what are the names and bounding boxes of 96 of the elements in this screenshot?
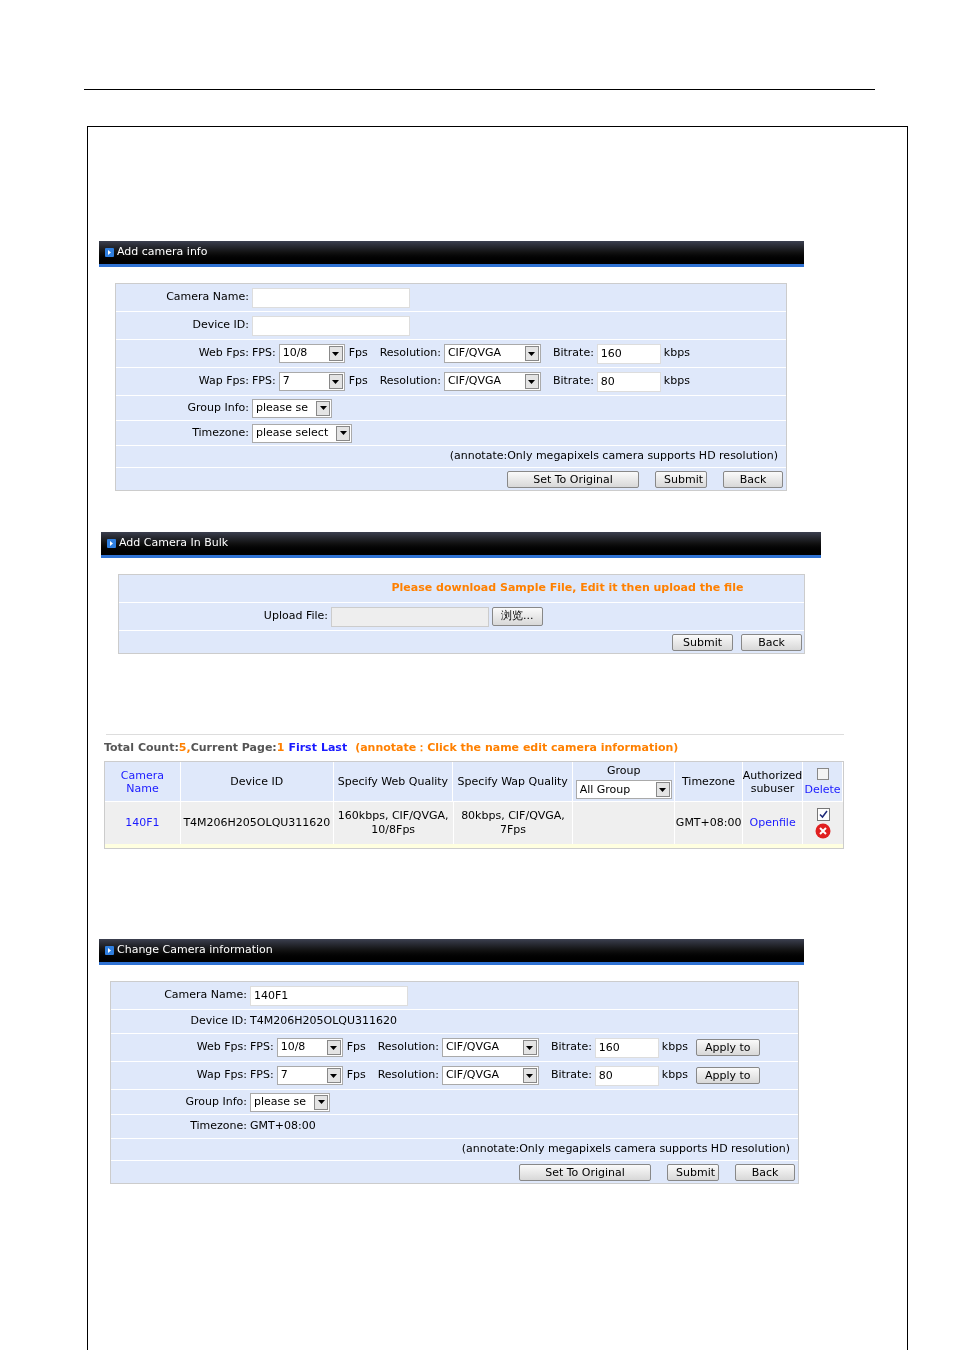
fps-unit: Fps <box>346 1067 366 1084</box>
resolution-label: Resolution: <box>379 373 441 390</box>
bitrate-unit: kbps <box>663 373 690 390</box>
resolution-label: Resolution: <box>377 1067 439 1084</box>
dropdown-select[interactable]: 7 <box>276 1066 343 1085</box>
text-input-field[interactable] <box>252 287 410 308</box>
fps-label: FPS: <box>250 1067 274 1084</box>
column-header: Group <box>606 764 641 777</box>
column-header: Device ID <box>230 775 284 788</box>
play-icon <box>105 248 114 257</box>
text-input-field[interactable] <box>252 315 410 336</box>
fps-label: FPS: <box>250 1039 274 1056</box>
dropdown-select[interactable]: please se <box>252 398 332 418</box>
column-header: Specify Wap Quality <box>457 775 568 788</box>
form-button[interactable]: Back <box>735 1163 795 1181</box>
bitrate-input-field[interactable]: 80 <box>596 371 661 392</box>
dropdown-select[interactable]: 10/8 <box>278 344 345 363</box>
column-header: Authorized subuser <box>742 768 803 795</box>
section-title: Change Camera information <box>117 942 273 959</box>
form-button[interactable]: Set To Original <box>507 470 639 488</box>
dropdown-select[interactable]: CIF/QVGA <box>443 372 541 391</box>
bitrate-input-field[interactable]: 160 <box>596 343 661 364</box>
form-button[interactable]: Back <box>741 633 802 651</box>
field-label: Group Info: <box>186 399 250 416</box>
row-checkbox[interactable] <box>816 807 830 821</box>
file-path-field[interactable] <box>331 606 489 627</box>
section-title: Add Camera In Bulk <box>119 535 229 552</box>
bitrate-label: Bitrate: <box>550 1067 592 1084</box>
fps-label: FPS: <box>252 345 276 362</box>
form-button[interactable]: Set To Original <box>519 1163 651 1181</box>
field-label: Device ID: <box>191 317 250 334</box>
field-label: Wap Fps: <box>197 373 250 390</box>
form-button[interactable]: Apply to <box>695 1039 760 1056</box>
subuser-link[interactable]: Openfile <box>749 814 796 832</box>
table-cell-text: GMT+08:00 <box>675 814 742 831</box>
annotation-note: (annotate:Only megapixels camera supports HD resolution) <box>449 448 778 465</box>
field-label: Camera Name: <box>163 987 248 1004</box>
field-label: Group Info: <box>184 1093 248 1110</box>
fps-unit: Fps <box>348 345 368 362</box>
field-label: Wap Fps: <box>195 1067 248 1084</box>
annotation-note: (annotate:Only megapixels camera supports HD resolution) <box>461 1141 790 1158</box>
column-header: Timezone <box>681 775 736 788</box>
dropdown-select[interactable]: All Group <box>575 780 672 799</box>
field-label: Timezone: <box>191 424 250 441</box>
form-button[interactable]: Apply to <box>695 1067 760 1084</box>
field-value: T4M206H205OLQU311620 <box>250 1013 397 1030</box>
section-title: Add camera info <box>117 244 208 261</box>
fps-label: FPS: <box>252 373 276 390</box>
bitrate-input-field[interactable]: 160 <box>594 1037 659 1058</box>
dropdown-select[interactable]: CIF/QVGA <box>443 344 541 363</box>
table-cell-text: 80kbps, CIF/QVGA, 7Fps <box>460 809 566 837</box>
form-button[interactable]: Submit <box>672 633 733 651</box>
field-label: Camera Name: <box>165 289 250 306</box>
field-label: Device ID: <box>189 1013 248 1030</box>
field-label: Timezone: <box>189 1118 248 1135</box>
resolution-label: Resolution: <box>379 345 441 362</box>
field-label: Web Fps: <box>195 1039 248 1056</box>
last-page-link[interactable]: Last <box>320 739 348 757</box>
column-header: Specify Web Quality <box>337 775 449 788</box>
form-button[interactable]: Submit <box>655 470 707 488</box>
total-count: Total Count:5,Current Page:1 <box>104 739 285 756</box>
dropdown-select[interactable]: 7 <box>278 372 345 391</box>
annotation-note: (annotate：Click the name edit camera information) <box>355 739 679 756</box>
dropdown-select[interactable]: please select <box>252 423 352 443</box>
fps-unit: Fps <box>346 1039 366 1056</box>
play-icon <box>105 946 114 955</box>
bitrate-label: Bitrate: <box>552 345 594 362</box>
column-header-link[interactable]: Camera Name <box>109 768 176 795</box>
resolution-label: Resolution: <box>377 1039 439 1056</box>
bitrate-unit: kbps <box>661 1067 688 1084</box>
download-instruction: Please download Sample File, Edit it then upload the file <box>391 580 744 597</box>
fps-unit: Fps <box>348 373 368 390</box>
text-input-field[interactable]: 140F1 <box>250 985 408 1006</box>
dropdown-select[interactable]: CIF/QVGA <box>441 1066 539 1085</box>
form-button[interactable]: Submit <box>667 1163 719 1181</box>
dropdown-select[interactable]: please se <box>250 1092 330 1112</box>
bitrate-unit: kbps <box>661 1039 688 1056</box>
bitrate-input-field[interactable]: 80 <box>594 1065 659 1086</box>
delete-icon[interactable] <box>815 822 832 839</box>
select-all-checkbox[interactable] <box>816 767 829 780</box>
bitrate-label: Bitrate: <box>552 373 594 390</box>
field-value: GMT+08:00 <box>250 1118 316 1135</box>
play-icon <box>107 539 116 548</box>
dropdown-select[interactable]: CIF/QVGA <box>441 1038 539 1057</box>
field-label: Upload File: <box>262 608 329 625</box>
camera-entry-link[interactable]: 140F1 <box>125 814 160 832</box>
table-cell-text: T4M206H205OLQU311620 <box>183 814 331 831</box>
bitrate-unit: kbps <box>663 345 690 362</box>
bitrate-label: Bitrate: <box>550 1039 592 1056</box>
column-header-link[interactable]: Delete <box>804 782 841 796</box>
browse-button[interactable]: 浏览... <box>492 607 543 626</box>
field-label: Web Fps: <box>197 345 250 362</box>
table-cell: 160kbps, CIF/QVGA, 10/8Fps <box>337 809 449 837</box>
first-page-link[interactable]: First <box>288 739 317 757</box>
form-button[interactable]: Back <box>723 470 783 488</box>
dropdown-select[interactable]: 10/8 <box>276 1038 343 1057</box>
